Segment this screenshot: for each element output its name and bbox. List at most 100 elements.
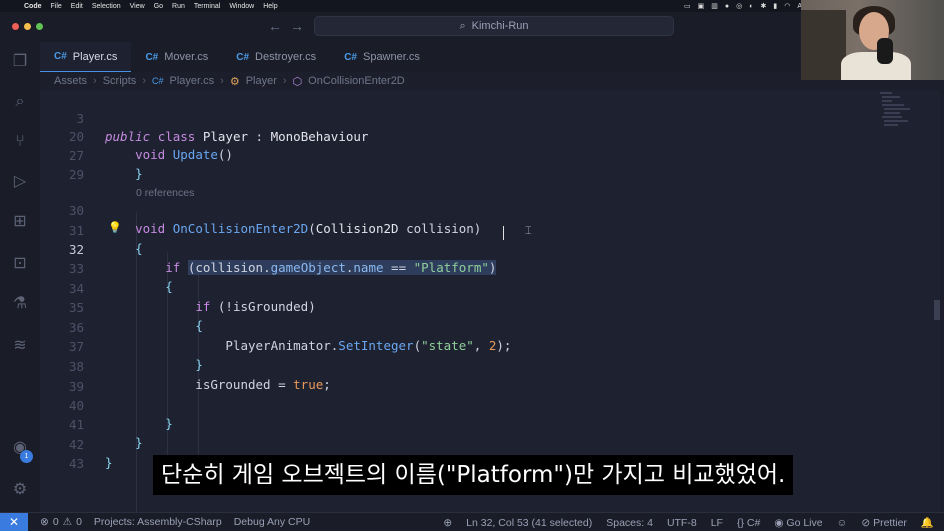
- breadcrumb-item[interactable]: Player: [246, 75, 277, 87]
- minimap[interactable]: [880, 90, 940, 150]
- indentation[interactable]: Spaces: 4: [606, 517, 653, 529]
- menu-view[interactable]: View: [130, 3, 145, 10]
- command-center-search[interactable]: ⌕ Kimchi-Run: [314, 16, 674, 36]
- close-window-button[interactable]: [12, 23, 19, 30]
- code-editor[interactable]: 3 public class Player : MonoBehaviour 20…: [40, 90, 940, 512]
- back-arrow-icon[interactable]: ←: [268, 18, 282, 34]
- explorer-icon[interactable]: ❐: [10, 52, 30, 72]
- code-line: 33 {: [40, 242, 880, 294]
- language-mode[interactable]: {} C#: [737, 517, 760, 529]
- minimap-line: [882, 116, 902, 118]
- code-line: 43: [40, 437, 880, 471]
- lock-icon[interactable]: ●: [725, 3, 729, 10]
- code-line: 41 }: [40, 398, 880, 450]
- run-debug-icon[interactable]: ▷: [10, 172, 30, 192]
- code-line: 42 }: [40, 418, 880, 470]
- menu-selection[interactable]: Selection: [92, 3, 121, 10]
- menu-window[interactable]: Window: [229, 3, 254, 10]
- tab-label: Spawner.cs: [362, 51, 420, 63]
- maximize-window-button[interactable]: [36, 23, 43, 30]
- project-selector[interactable]: Projects: Assembly-CSharp: [94, 516, 222, 528]
- search-icon[interactable]: ⌕: [10, 92, 30, 112]
- lightbulb-icon[interactable]: 💡: [108, 221, 122, 234]
- remote-explorer-icon[interactable]: ⊡: [10, 254, 30, 274]
- source-control-icon[interactable]: ⑂: [10, 132, 30, 152]
- menu-help[interactable]: Help: [263, 3, 277, 10]
- breadcrumb-item[interactable]: Player.cs: [170, 75, 215, 87]
- volume-icon[interactable]: ◐: [749, 3, 753, 10]
- display-icon[interactable]: ▣: [698, 2, 705, 10]
- csharp-file-icon: C#: [145, 51, 159, 63]
- minimap-line: [882, 96, 900, 98]
- problems-indicator[interactable]: ⊗ 0 ⚠ 0: [40, 516, 82, 528]
- csharp-file-icon: C#: [151, 76, 164, 86]
- csharp-file-icon: C#: [344, 51, 357, 63]
- window-titlebar: ← → ⌕ Kimchi-Run: [0, 12, 800, 42]
- tab-label: Destroyer.cs: [255, 51, 317, 63]
- copilot-icon[interactable]: ☺: [837, 517, 848, 529]
- prettier-button[interactable]: ⊘ Prettier: [861, 517, 907, 529]
- tab-destroyer[interactable]: C# Destroyer.cs: [222, 42, 330, 72]
- docker-icon[interactable]: ≋: [10, 336, 30, 356]
- code-line: 31 {: [40, 204, 880, 256]
- codelens-line: 0 references: [40, 166, 880, 199]
- testing-icon[interactable]: ⚗: [10, 294, 30, 314]
- notifications-bell-icon[interactable]: 🔔: [921, 516, 934, 529]
- webcam-overlay: [801, 0, 944, 80]
- mouse-ibeam-icon: ⌶: [525, 225, 532, 237]
- code-line: 20 void Update(): [40, 110, 880, 162]
- encoding[interactable]: UTF-8: [667, 517, 697, 529]
- tab-label: Player.cs: [72, 50, 118, 63]
- tab-spawner[interactable]: C# Spawner.cs: [330, 42, 434, 72]
- end-of-line[interactable]: LF: [711, 517, 723, 529]
- debug-config[interactable]: Debug Any CPU: [234, 516, 310, 528]
- error-count: 0: [52, 516, 59, 528]
- code-line: 27 }: [40, 129, 880, 181]
- menu-app-name[interactable]: Code: [24, 3, 42, 10]
- breadcrumb-item[interactable]: Assets: [54, 75, 87, 87]
- breadcrumb-item[interactable]: OnCollisionEnter2D: [308, 75, 405, 87]
- chevron-right-icon: ›: [220, 75, 224, 87]
- sync-icon[interactable]: ◎: [736, 2, 742, 10]
- tab-player[interactable]: C# Player.cs: [40, 42, 132, 72]
- go-live-button[interactable]: ◉ Go Live: [774, 517, 822, 529]
- zoom-icon[interactable]: ⊕: [443, 517, 452, 529]
- minimap-line: [884, 108, 910, 110]
- tab-mover[interactable]: C# Mover.cs: [131, 42, 222, 72]
- bluetooth-icon[interactable]: ✱: [760, 2, 766, 10]
- warning-icon: ⚠: [62, 516, 73, 528]
- menu-file[interactable]: File: [51, 3, 62, 10]
- menu-go[interactable]: Go: [154, 3, 163, 10]
- extensions-icon[interactable]: ⊞: [10, 212, 30, 232]
- code-line: 35 {: [40, 281, 880, 333]
- minimize-window-button[interactable]: [24, 23, 31, 30]
- menu-terminal[interactable]: Terminal: [194, 3, 220, 10]
- status-bar: ✕ ⊗ 0 ⚠ 0 Projects: Assembly-CSharp Debu…: [0, 512, 944, 531]
- braces-icon: {}: [736, 516, 744, 529]
- chevron-right-icon: ›: [93, 75, 97, 87]
- breadcrumb-item[interactable]: Scripts: [103, 75, 137, 87]
- minimap-line: [882, 104, 904, 106]
- code-line: 36 PlayerAnimator.SetInteger("state", 2)…: [40, 301, 880, 353]
- cursor-position[interactable]: Ln 32, Col 53 (41 selected): [466, 517, 592, 529]
- warning-count: 0: [76, 516, 82, 528]
- editor-tabs: C# Player.cs C# Mover.cs C# Destroyer.cs…: [40, 42, 800, 72]
- code-line: 34 if (!isGrounded): [40, 262, 880, 314]
- code-line: 39: [40, 360, 880, 394]
- screen-record-icon[interactable]: ▭: [684, 2, 691, 10]
- battery-icon[interactable]: ▮: [773, 2, 777, 10]
- stats-icon[interactable]: ▥: [711, 2, 718, 10]
- search-icon: ⌕: [459, 19, 466, 32]
- forward-arrow-icon[interactable]: →: [290, 18, 304, 34]
- menu-edit[interactable]: Edit: [71, 3, 83, 10]
- scrollbar-thumb[interactable]: [934, 300, 940, 320]
- csharp-file-icon: C#: [54, 51, 67, 62]
- settings-gear-icon[interactable]: ⚙: [10, 480, 30, 500]
- csharp-file-icon: C#: [236, 51, 250, 63]
- wifi-icon[interactable]: ◠: [784, 2, 790, 10]
- remote-indicator-icon[interactable]: ✕: [0, 512, 28, 531]
- minimap-line: [884, 112, 900, 114]
- text-cursor: [503, 226, 504, 240]
- error-icon: ⊗: [40, 516, 49, 528]
- menu-run[interactable]: Run: [172, 3, 185, 10]
